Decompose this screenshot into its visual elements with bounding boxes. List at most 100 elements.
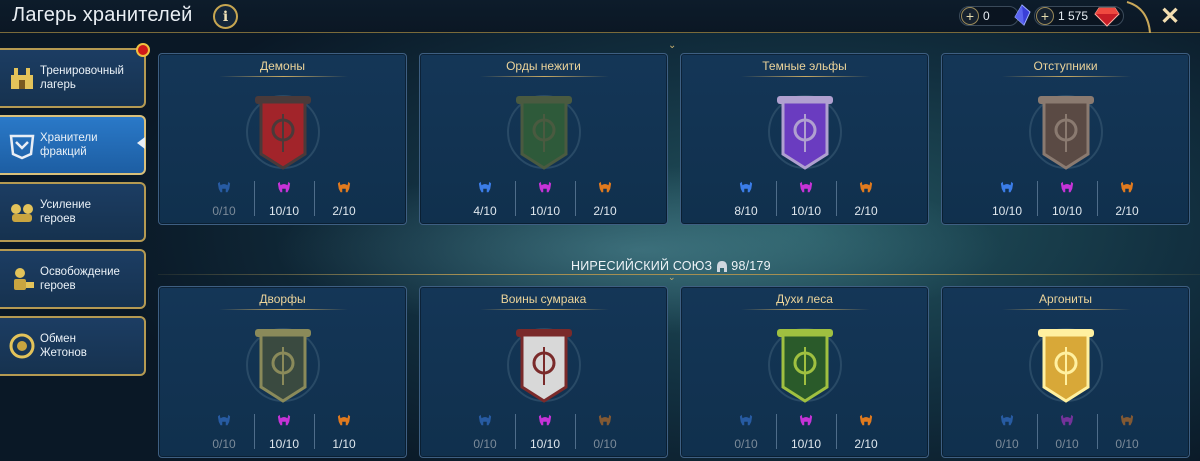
sidebar-item-token-exchange[interactable]: Обмен Жетонов bbox=[0, 316, 146, 376]
stat-legendary: 0/10 bbox=[575, 411, 635, 451]
stat-value: 2/10 bbox=[593, 204, 617, 218]
stat-legendary: 2/10 bbox=[836, 178, 896, 218]
faction-stats: 10/10 10/10 2/10 bbox=[977, 178, 1157, 218]
faction-name: Воины сумрака bbox=[500, 292, 587, 306]
faction-card[interactable]: Аргониты 0/10 0/10 0/10 bbox=[941, 286, 1190, 458]
blue-gem-icon bbox=[1014, 4, 1031, 26]
stat-value: 0/10 bbox=[212, 437, 236, 451]
faction-name: Аргониты bbox=[1039, 292, 1092, 306]
epic-helmet-icon bbox=[538, 181, 552, 193]
faction-stats: 0/10 10/10 1/10 bbox=[194, 411, 374, 451]
legendary-helmet-icon bbox=[1120, 414, 1134, 426]
faction-stats: 0/10 0/10 0/10 bbox=[977, 411, 1157, 451]
faction-card[interactable]: Воины сумрака 0/10 10/10 0/10 bbox=[419, 286, 668, 458]
stat-rare: 4/10 bbox=[455, 178, 515, 218]
dark-elf-banner-icon bbox=[768, 95, 842, 170]
stat-epic: 10/10 bbox=[776, 411, 836, 451]
page-title: Лагерь хранителей bbox=[12, 4, 193, 26]
faction-name: Темные эльфы bbox=[762, 59, 847, 73]
stat-value: 2/10 bbox=[854, 204, 878, 218]
epic-helmet-icon bbox=[538, 414, 552, 426]
rare-helmet-icon bbox=[217, 414, 231, 426]
info-button[interactable]: i bbox=[213, 4, 238, 29]
epic-helmet-icon bbox=[1060, 181, 1074, 193]
stat-value: 10/10 bbox=[268, 204, 300, 218]
rare-helmet-icon bbox=[739, 414, 753, 426]
stat-epic: 10/10 bbox=[776, 178, 836, 218]
helmet-icon bbox=[717, 261, 728, 272]
stat-value: 0/10 bbox=[734, 437, 758, 451]
faction-name: Духи леса bbox=[776, 292, 833, 306]
title-underline bbox=[1002, 76, 1131, 77]
legendary-helmet-icon bbox=[1120, 181, 1134, 193]
sidebar-item-hero-release[interactable]: Освобождение героев bbox=[0, 249, 146, 309]
argonite-banner-icon bbox=[1029, 328, 1103, 403]
sidebar-label: Тренировочный лагерь bbox=[40, 65, 124, 91]
close-button[interactable]: ✕ bbox=[1158, 2, 1182, 30]
stat-value: 2/10 bbox=[332, 204, 356, 218]
faction-name: Отступники bbox=[1033, 59, 1098, 73]
dwarf-banner-icon bbox=[246, 328, 320, 403]
alliance-count: 98/179 bbox=[731, 259, 771, 273]
sidebar-label: Усиление героев bbox=[40, 199, 91, 225]
epic-helmet-icon bbox=[277, 414, 291, 426]
legendary-helmet-icon bbox=[859, 414, 873, 426]
faction-name: Демоны bbox=[260, 59, 305, 73]
stat-value: 10/10 bbox=[790, 204, 822, 218]
faction-card[interactable]: Орды нежити 4/10 10/10 2/10 bbox=[419, 53, 668, 225]
stat-epic: 10/10 bbox=[515, 411, 575, 451]
faction-card[interactable]: Отступники 10/10 10/10 2/10 bbox=[941, 53, 1190, 225]
legendary-helmet-icon bbox=[598, 181, 612, 193]
section-divider bbox=[158, 274, 1200, 275]
hero-boost-icon bbox=[11, 204, 33, 222]
stat-epic: 10/10 bbox=[515, 178, 575, 218]
renegade-banner-icon bbox=[1029, 95, 1103, 170]
sidebar-label: Обмен Жетонов bbox=[40, 333, 87, 359]
notification-dot bbox=[136, 43, 150, 57]
hero-release-icon bbox=[14, 268, 34, 290]
title-underline bbox=[741, 76, 870, 77]
stat-value: 0/10 bbox=[212, 204, 236, 218]
epic-helmet-icon bbox=[799, 414, 813, 426]
rare-helmet-icon bbox=[1000, 181, 1014, 193]
stat-epic: 10/10 bbox=[254, 411, 314, 451]
faction-card[interactable]: Демоны 0/10 10/10 2/10 bbox=[158, 53, 407, 225]
add-gems-button[interactable]: + bbox=[961, 7, 979, 25]
faction-guardians-icon bbox=[9, 134, 35, 160]
faction-card[interactable]: Духи леса 0/10 10/10 2/10 bbox=[680, 286, 929, 458]
stat-legendary: 2/10 bbox=[836, 411, 896, 451]
stat-value: 10/10 bbox=[991, 204, 1023, 218]
stat-value: 2/10 bbox=[854, 437, 878, 451]
training-camp-icon bbox=[11, 68, 33, 89]
legendary-helmet-icon bbox=[337, 414, 351, 426]
sidebar-label: Освобождение героев bbox=[40, 266, 120, 292]
stat-value: 10/10 bbox=[268, 437, 300, 451]
stat-value: 10/10 bbox=[529, 437, 561, 451]
stat-rare: 0/10 bbox=[977, 411, 1037, 451]
demon-banner-icon bbox=[246, 95, 320, 170]
stat-rare: 0/10 bbox=[455, 411, 515, 451]
add-rubies-button[interactable]: + bbox=[1036, 7, 1054, 25]
title-underline bbox=[480, 76, 609, 77]
stat-value: 4/10 bbox=[473, 204, 497, 218]
faction-card[interactable]: Дворфы 0/10 10/10 1/10 bbox=[158, 286, 407, 458]
faction-card[interactable]: Темные эльфы 8/10 10/10 2/10 bbox=[680, 53, 929, 225]
faction-name: Орды нежити bbox=[506, 59, 581, 73]
sidebar-item-hero-boost[interactable]: Усиление героев bbox=[0, 182, 146, 242]
alliance-progress: НИРЕСИЙСКИЙ СОЮЗ 98/179 bbox=[571, 259, 771, 273]
stat-value: 0/10 bbox=[1055, 437, 1079, 451]
stat-legendary: 1/10 bbox=[314, 411, 374, 451]
title-underline bbox=[219, 76, 348, 77]
undead-banner-icon bbox=[507, 95, 581, 170]
stat-legendary: 0/10 bbox=[1097, 411, 1157, 451]
title-underline bbox=[1002, 309, 1131, 310]
stat-value: 0/10 bbox=[1115, 437, 1139, 451]
stat-value: 8/10 bbox=[734, 204, 758, 218]
sidebar-item-training-camp[interactable]: Тренировочный лагерь bbox=[0, 48, 146, 108]
stat-value: 10/10 bbox=[529, 204, 561, 218]
rubies-value: 1 575 bbox=[1058, 9, 1089, 23]
sidebar-item-faction-guardians[interactable]: Хранители фракций bbox=[0, 115, 146, 175]
title-underline bbox=[219, 309, 348, 310]
legendary-helmet-icon bbox=[337, 181, 351, 193]
stat-value: 10/10 bbox=[1051, 204, 1083, 218]
